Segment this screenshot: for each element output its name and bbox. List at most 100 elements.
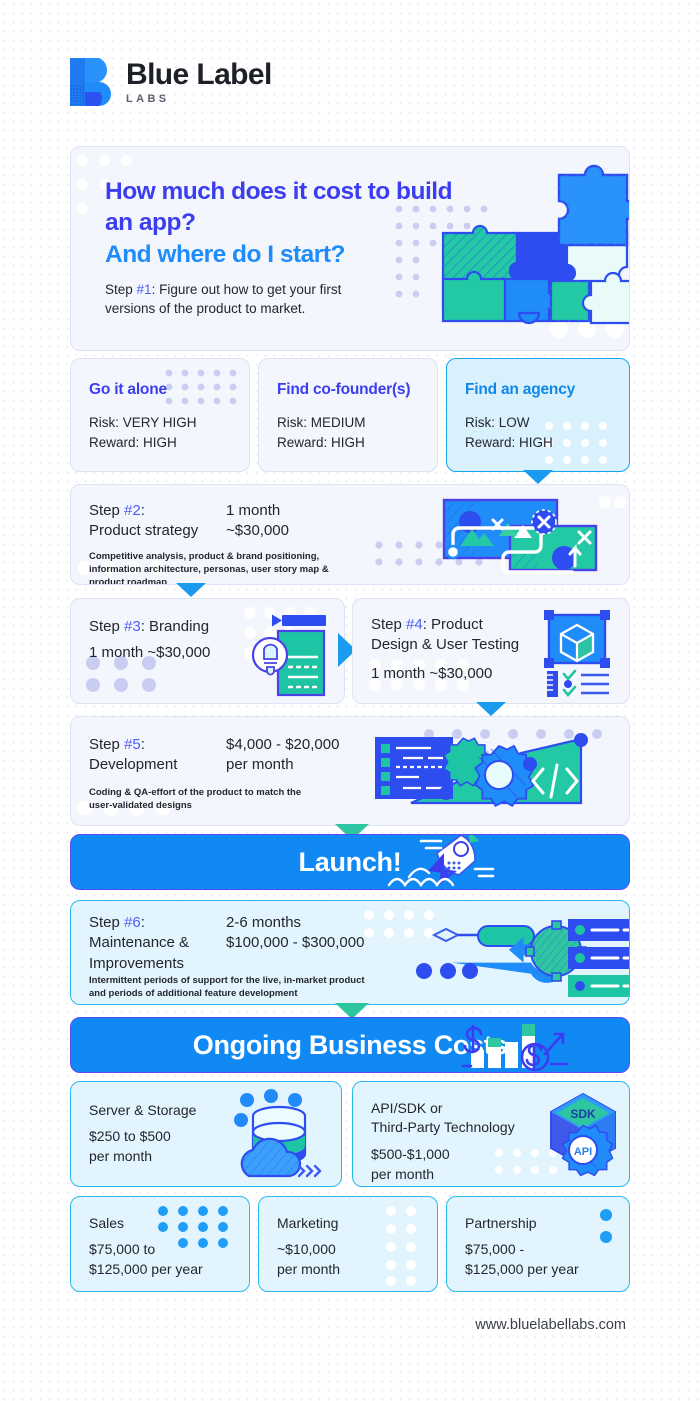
step3-heading: Step #3: Branding <box>89 617 209 637</box>
option-title: Find an agency <box>465 381 576 398</box>
decor-dots-option1 <box>165 369 237 405</box>
step6-cost: $100,000 - $300,000 <box>226 934 365 952</box>
cost-card-title: Sales <box>89 1215 125 1231</box>
flow-arrow-to-step3 <box>176 583 206 597</box>
step3-number: #3 <box>124 618 141 635</box>
hero-step-label: Step <box>105 282 133 297</box>
option-title: Find co-founder(s) <box>277 381 411 398</box>
step4-cost: 1 month ~$30,000 <box>371 665 493 682</box>
branding-lightbulb-document-icon <box>244 609 340 701</box>
ongoing-banner-text: Ongoing Business Costs <box>192 1029 508 1060</box>
step6-label: Step <box>89 914 120 931</box>
step3-cost: 1 month ~$30,000 <box>89 644 211 661</box>
hero-step-number: #1 <box>136 282 152 297</box>
cost-card-title: Marketing <box>277 1215 339 1231</box>
step5-cost: $4,000 - $20,000 <box>226 736 340 753</box>
footer-website-url[interactable]: www.bluelabellabs.com <box>475 1317 626 1333</box>
brand-subtitle: LABS <box>126 92 170 105</box>
option-reward: Reward: HIGH <box>89 434 177 450</box>
hero-card: How much does it cost to build an app? A… <box>70 146 630 351</box>
cost-card-title: Server & Storage <box>89 1102 197 1118</box>
step6-card: Step #6: Maintenance & Improvements 2-6 … <box>70 900 630 1005</box>
step5-cost-period: per month <box>226 756 294 774</box>
option-risk: Risk: MEDIUM <box>277 415 366 430</box>
cost-card-value-line2: per month <box>277 1261 341 1278</box>
step3-card: Step #3: Branding 1 month ~$30,000 <box>70 598 345 704</box>
design-cube-checklist-icon <box>541 609 615 701</box>
step4-name: : Product <box>422 616 483 633</box>
cost-card-title: API/SDK or <box>371 1100 443 1116</box>
svg-text:SDK: SDK <box>570 1107 596 1121</box>
option-card-find-an-agency[interactable]: Find an agency Risk: LOW Reward: HIGH <box>446 358 630 472</box>
step4-card: Step #4: Product Design & User Testing 1… <box>352 598 630 704</box>
cost-card-value-line1: ~$10,000 <box>277 1241 336 1257</box>
cost-card-api-sdk: API/SDK or Third-Party Technology $500-$… <box>352 1081 630 1187</box>
step2-number: #2 <box>124 502 141 519</box>
api-sdk-cube-gear-icon: SDK API <box>541 1088 625 1184</box>
step6-duration: 2-6 months <box>226 914 302 931</box>
cost-card-value-line1: $75,000 - <box>465 1241 525 1257</box>
option-risk: Risk: VERY HIGH <box>89 415 197 430</box>
step4-number: #4 <box>406 616 423 633</box>
step4-heading: Step #4: Product <box>371 615 551 635</box>
launch-banner: Launch! <box>70 834 630 890</box>
brand-logo: Blue Label LABS <box>70 58 272 106</box>
step6-name-line2: Improvements <box>89 954 185 972</box>
database-cloud-icon <box>227 1088 335 1184</box>
decor-dots-marketing <box>386 1206 416 1286</box>
cost-card-value-line2: $125,000 per year <box>465 1261 579 1278</box>
step5-card: Step #5: Development $4,000 - $20,000 pe… <box>70 716 630 826</box>
step6-heading: Step #6: <box>89 913 189 933</box>
cost-card-marketing: Marketing ~$10,000 per month <box>258 1196 438 1292</box>
option-card-find-cofounders[interactable]: Find co-founder(s) Risk: MEDIUM Reward: … <box>258 358 438 472</box>
decor-dots-partnership <box>600 1209 612 1243</box>
cost-card-server-storage: Server & Storage $250 to $500 per month <box>70 1081 342 1187</box>
step2-description: Competitive analysis, product & brand po… <box>89 551 329 585</box>
step2-cost: ~$30,000 <box>226 522 289 540</box>
step5-colon: : <box>140 736 145 753</box>
step3-label: Step <box>89 618 120 635</box>
hero-step-text: Step #1: Figure out how to get your firs… <box>105 280 395 318</box>
cost-card-partnership: Partnership $75,000 - $125,000 per year <box>446 1196 630 1292</box>
rocket-icon <box>369 835 499 889</box>
step2-name: Product strategy <box>89 522 199 540</box>
maintenance-wrench-servers-icon <box>366 919 629 999</box>
cost-card-title-line2: Third-Party Technology <box>371 1119 515 1136</box>
bar-chart-dollar-icon <box>461 1020 573 1072</box>
cost-card-value-line2: per month <box>371 1166 435 1183</box>
option-reward: Reward: HIGH <box>465 434 553 450</box>
cost-card-value-line1: $250 to $500 <box>89 1128 171 1144</box>
step2-duration: 1 month <box>226 502 281 519</box>
cost-card-value-line1: $75,000 to <box>89 1241 156 1257</box>
option-reward: Reward: HIGH <box>277 434 365 450</box>
step2-label: Step <box>89 502 120 519</box>
cost-card-value-line2: $125,000 per year <box>89 1261 203 1278</box>
step2-colon: : <box>140 502 145 519</box>
step2-heading: Step #2: <box>89 501 198 521</box>
option-title: Go it alone <box>89 381 167 398</box>
step6-description: Intermittent periods of support for the … <box>89 975 365 999</box>
step3-name: : Branding <box>140 618 210 635</box>
option-card-go-it-alone[interactable]: Go it alone Risk: VERY HIGH Reward: HIGH <box>70 358 250 472</box>
decor-dots-option3 <box>545 422 607 464</box>
blue-label-b-mark-icon <box>70 58 112 106</box>
step5-number: #5 <box>124 736 141 753</box>
step2-card: Step #2: Product strategy 1 month ~$30,0… <box>70 484 630 585</box>
step4-label: Step <box>371 616 402 633</box>
cost-card-value-line1: $500-$1,000 <box>371 1146 450 1162</box>
flow-arrow-to-step2 <box>523 470 553 484</box>
svg-text:API: API <box>574 1146 592 1158</box>
step6-number: #6 <box>124 914 141 931</box>
step5-label: Step <box>89 736 120 753</box>
strategy-roadmap-icon <box>368 492 629 580</box>
option-risk: Risk: LOW <box>465 415 530 430</box>
brand-name: Blue Label <box>126 58 272 92</box>
ongoing-business-costs-banner: Ongoing Business Costs <box>70 1017 630 1073</box>
step5-description: Coding & QA-effort of the product to mat… <box>89 787 302 811</box>
step6-colon: : <box>140 914 145 931</box>
step4-name2: Design & User Testing <box>371 636 520 654</box>
cost-card-title: Partnership <box>465 1215 537 1231</box>
cost-card-value-line2: per month <box>89 1148 153 1165</box>
flow-arrow-to-step5 <box>476 702 506 716</box>
puzzle-pieces-icon <box>391 161 629 350</box>
